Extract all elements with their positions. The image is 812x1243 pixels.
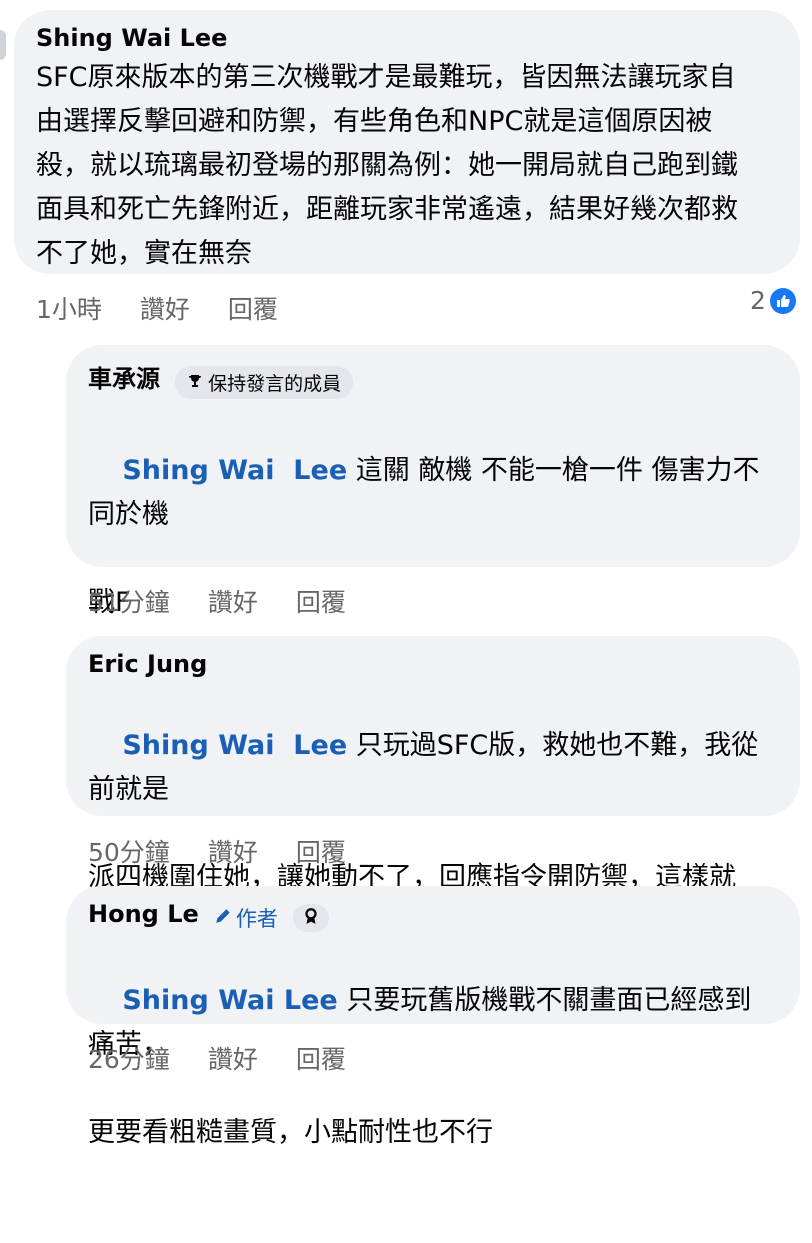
reply-timestamp[interactable]: 26分鐘	[88, 1040, 170, 1076]
like-thumb-icon	[769, 287, 796, 314]
reply-header: Hong Le 作者	[88, 900, 778, 933]
like-button[interactable]: 讚好	[208, 1040, 258, 1076]
mention-link[interactable]: Shing Wai Lee	[122, 985, 337, 1016]
comment-timestamp[interactable]: 1小時	[36, 290, 102, 326]
reply-button[interactable]: 回覆	[228, 290, 278, 326]
reply-meta: 50分鐘 讚好 回覆	[88, 833, 346, 869]
mention-link[interactable]: Shing Wai Lee	[122, 455, 347, 486]
reply-bubble: Eric Jung Shing Wai Lee 只玩過SFC版，救她也不難，我從…	[66, 636, 800, 937]
comment-text: SFC原來版本的第三次機戰才是最難玩，皆因無法讓玩家自 由選擇反擊回避和防禦，有…	[36, 62, 738, 269]
reply-meta: 26分鐘 讚好 回覆	[88, 1040, 346, 1076]
comment-meta: 1小時 讚好 回覆	[36, 290, 278, 326]
mention-link[interactable]: Shing Wai Lee	[122, 730, 347, 761]
reply-bubble: 車承源 保持發言的成員 Shing Wai Lee 這關 敵機 不能一槍一件 傷…	[66, 345, 800, 706]
reply-button[interactable]: 回覆	[296, 833, 346, 869]
author-badge-label: 作者	[235, 906, 278, 931]
pencil-icon	[214, 906, 232, 930]
member-badge[interactable]: 保持發言的成員	[175, 366, 354, 399]
reaction-count[interactable]: 2	[750, 286, 796, 315]
reply-bubble: Hong Le 作者 Shing Wai Lee 只要玩舊版機戰不關畫面已經感到…	[66, 886, 800, 1148]
reply-author[interactable]: 車承源	[88, 365, 160, 393]
member-badge-label: 保持發言的成員	[208, 373, 342, 395]
award-icon	[302, 907, 320, 929]
reply-timestamp[interactable]: 50分鐘	[88, 833, 170, 869]
reply-text: Shing Wai Lee 只要玩舊版機戰不關畫面已經感到痛苦， 更要看粗糙畫質…	[88, 935, 778, 1243]
reaction-count-value: 2	[750, 286, 766, 315]
reply-timestamp[interactable]: 51分鐘	[88, 583, 170, 619]
like-button[interactable]: 讚好	[208, 833, 258, 869]
reply-author[interactable]: Eric Jung	[88, 650, 778, 678]
comment-bubble: Shing Wai Lee SFC原來版本的第三次機戰才是最難玩，皆因無法讓玩家…	[14, 10, 800, 274]
like-button[interactable]: 讚好	[140, 290, 190, 326]
reply-header: 車承源 保持發言的成員	[88, 359, 778, 399]
author-badge[interactable]: 作者	[214, 903, 278, 933]
trophy-icon	[187, 372, 203, 394]
reply-author[interactable]: Hong Le	[88, 900, 199, 928]
reply-text-rest: 更要看粗糙畫質，小點耐性也不行	[88, 1116, 493, 1148]
reply-button[interactable]: 回覆	[296, 583, 346, 619]
award-badge[interactable]	[292, 903, 329, 932]
reply-button[interactable]: 回覆	[296, 1040, 346, 1076]
like-button[interactable]: 讚好	[208, 583, 258, 619]
comment-author[interactable]: Shing Wai Lee	[36, 24, 778, 52]
reply-meta: 51分鐘 讚好 回覆	[88, 583, 346, 619]
avatar[interactable]	[0, 30, 6, 60]
